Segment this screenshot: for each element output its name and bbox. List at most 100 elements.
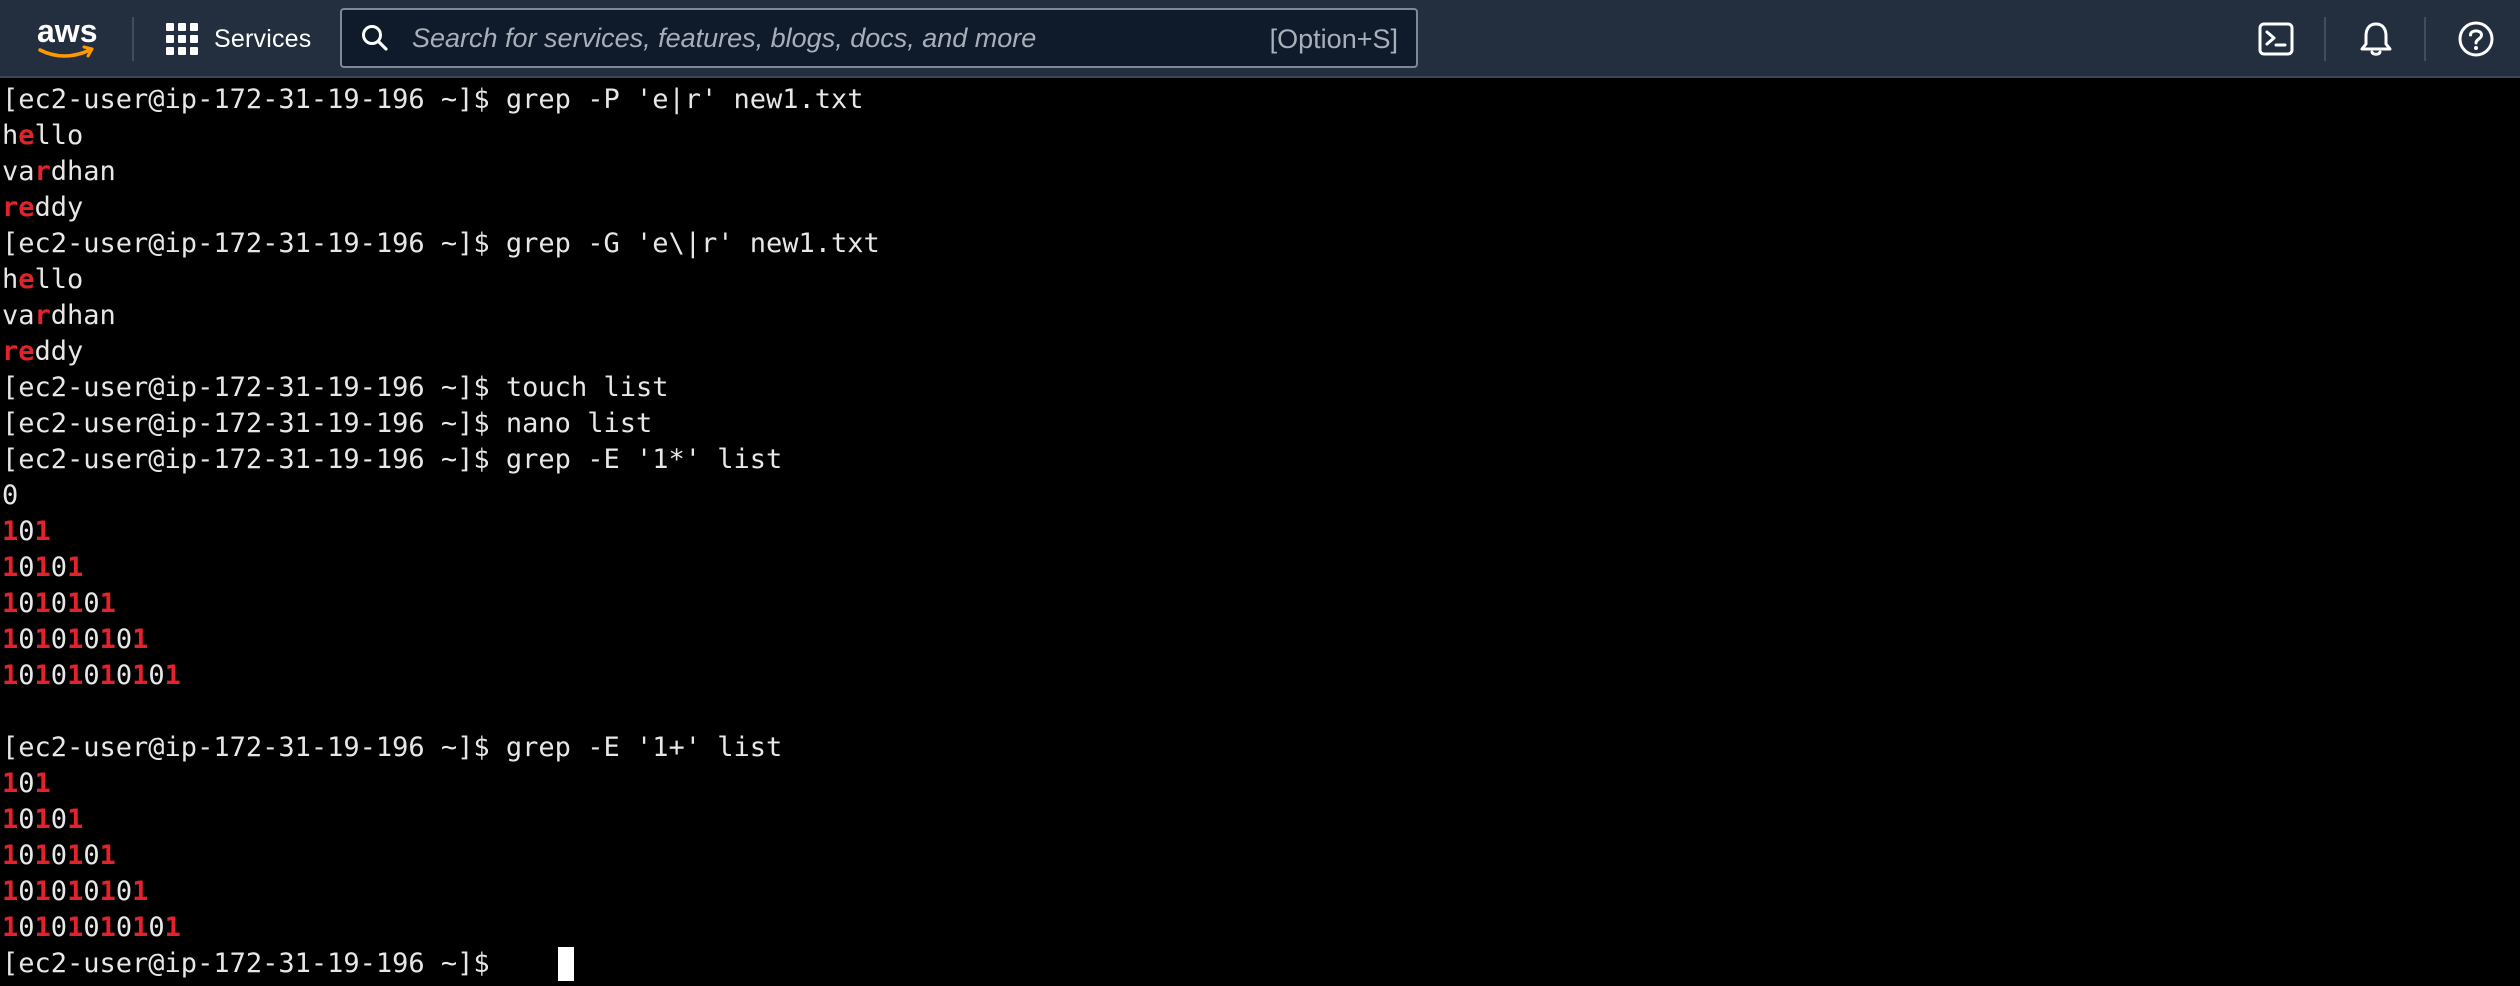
- terminal-text: 0: [115, 660, 133, 691]
- match-highlight: 1: [132, 660, 149, 691]
- terminal-line: vardhan: [2, 298, 116, 334]
- nav-divider: [132, 17, 134, 61]
- terminal-line: 0: [2, 478, 18, 514]
- match-highlight: 1: [34, 912, 51, 943]
- services-menu-button[interactable]: Services: [166, 18, 311, 60]
- terminal-line: 1010101: [2, 838, 116, 874]
- match-highlight: 1: [99, 660, 116, 691]
- match-highlight: 1: [67, 840, 84, 871]
- match-highlight: 1: [34, 552, 51, 583]
- terminal-line: 101: [2, 514, 51, 550]
- match-highlight: 1: [67, 804, 84, 835]
- terminal-text: 0: [83, 624, 100, 655]
- terminal-line: 10101: [2, 802, 83, 838]
- terminal-line: [ec2-user@ip-172-31-19-196 ~]$ grep -E '…: [2, 442, 782, 478]
- help-button[interactable]: [2454, 17, 2498, 61]
- grid-icon: [166, 23, 198, 55]
- match-highlight: 1: [34, 516, 51, 547]
- match-highlight: 1: [34, 768, 51, 799]
- match-highlight: re: [2, 336, 35, 367]
- search-input[interactable]: [412, 10, 1252, 66]
- match-highlight: 1: [2, 588, 19, 619]
- terminal-line: hello: [2, 262, 83, 298]
- match-highlight: 1: [99, 588, 116, 619]
- match-highlight: r: [34, 300, 51, 331]
- aws-logo[interactable]: aws: [34, 12, 100, 64]
- notifications-button[interactable]: [2354, 17, 2398, 61]
- match-highlight: 1: [164, 660, 181, 691]
- terminal-text: [ec2-user@ip-172-31-19-196 ~]$ nano list: [2, 408, 653, 439]
- terminal-line: 101010101: [2, 874, 148, 910]
- search-icon: [362, 25, 388, 51]
- terminal-text: va: [2, 300, 35, 331]
- terminal-text: [ec2-user@ip-172-31-19-196 ~]$ grep -P '…: [2, 84, 864, 115]
- terminal-text: 0: [18, 768, 35, 799]
- match-highlight: 1: [34, 660, 51, 691]
- terminal-text: 0: [50, 912, 68, 943]
- bell-icon: [2360, 22, 2392, 56]
- search-box[interactable]: [Option+S]: [340, 8, 1418, 68]
- terminal-line: 101010101: [2, 622, 148, 658]
- match-highlight: 1: [67, 912, 84, 943]
- terminal-line: [ec2-user@ip-172-31-19-196 ~]$: [2, 946, 506, 982]
- aws-logo-smile: [38, 48, 92, 58]
- terminal-cursor: [558, 947, 574, 981]
- match-highlight: 1: [2, 660, 19, 691]
- terminal-line: [ec2-user@ip-172-31-19-196 ~]$ grep -E '…: [2, 730, 782, 766]
- search-shortcut-hint: [Option+S]: [1269, 24, 1398, 54]
- match-highlight: 1: [2, 876, 19, 907]
- match-highlight: e: [18, 120, 35, 151]
- terminal-line: 10101: [2, 550, 83, 586]
- services-label: Services: [214, 24, 312, 53]
- match-highlight: 1: [67, 624, 84, 655]
- terminal-text: dhan: [50, 156, 116, 187]
- cloudshell-button[interactable]: [2254, 17, 2298, 61]
- terminal-text: ddy: [34, 192, 84, 223]
- aws-logo-text: aws: [37, 13, 97, 49]
- terminal-text: [ec2-user@ip-172-31-19-196 ~]$ touch lis…: [2, 372, 669, 403]
- terminal-text: 0: [115, 876, 133, 907]
- cloudshell-icon: [2258, 22, 2294, 56]
- match-highlight: 1: [67, 660, 84, 691]
- terminal-text: 0: [50, 840, 68, 871]
- terminal-text: h: [2, 120, 19, 151]
- match-highlight: 1: [99, 912, 116, 943]
- terminal-text: 0: [50, 804, 68, 835]
- terminal-text: 0: [83, 876, 100, 907]
- terminal-text: 0: [83, 840, 100, 871]
- terminal-line: 101: [2, 766, 51, 802]
- match-highlight: 1: [34, 840, 51, 871]
- terminal-text: h: [2, 264, 19, 295]
- match-highlight: 1: [2, 516, 19, 547]
- match-highlight: 1: [67, 552, 84, 583]
- match-highlight: 1: [132, 912, 149, 943]
- terminal-text: ddy: [34, 336, 84, 367]
- terminal-text: [ec2-user@ip-172-31-19-196 ~]$ grep -E '…: [2, 732, 783, 763]
- match-highlight: e: [18, 264, 35, 295]
- terminal-line: reddy: [2, 334, 83, 370]
- match-highlight: 1: [2, 804, 19, 835]
- terminal-text: [ec2-user@ip-172-31-19-196 ~]$ grep -E '…: [2, 444, 783, 475]
- match-highlight: 1: [34, 804, 51, 835]
- terminal-text: 0: [2, 480, 19, 511]
- terminal-line: vardhan: [2, 154, 116, 190]
- terminal-text: 0: [18, 588, 35, 619]
- terminal-line: 10101010101: [2, 658, 181, 694]
- terminal-text: [ec2-user@ip-172-31-19-196 ~]$: [2, 948, 506, 979]
- terminal-text: 0: [83, 912, 100, 943]
- terminal-text: llo: [34, 264, 84, 295]
- match-highlight: 1: [34, 876, 51, 907]
- match-highlight: 1: [132, 876, 149, 907]
- terminal-text: 0: [50, 624, 68, 655]
- terminal-text: 0: [148, 912, 165, 943]
- match-highlight: r: [34, 156, 51, 187]
- terminal-text: 0: [18, 624, 35, 655]
- nav-divider: [2424, 17, 2426, 61]
- terminal-text: 0: [50, 552, 68, 583]
- terminal-line: [ec2-user@ip-172-31-19-196 ~]$ touch lis…: [2, 370, 668, 406]
- terminal-text: va: [2, 156, 35, 187]
- terminal-output[interactable]: [ec2-user@ip-172-31-19-196 ~]$ grep -P '…: [0, 80, 2520, 986]
- terminal-text: 0: [50, 588, 68, 619]
- terminal-text: 0: [18, 840, 35, 871]
- terminal-line: [ec2-user@ip-172-31-19-196 ~]$ grep -G '…: [2, 226, 880, 262]
